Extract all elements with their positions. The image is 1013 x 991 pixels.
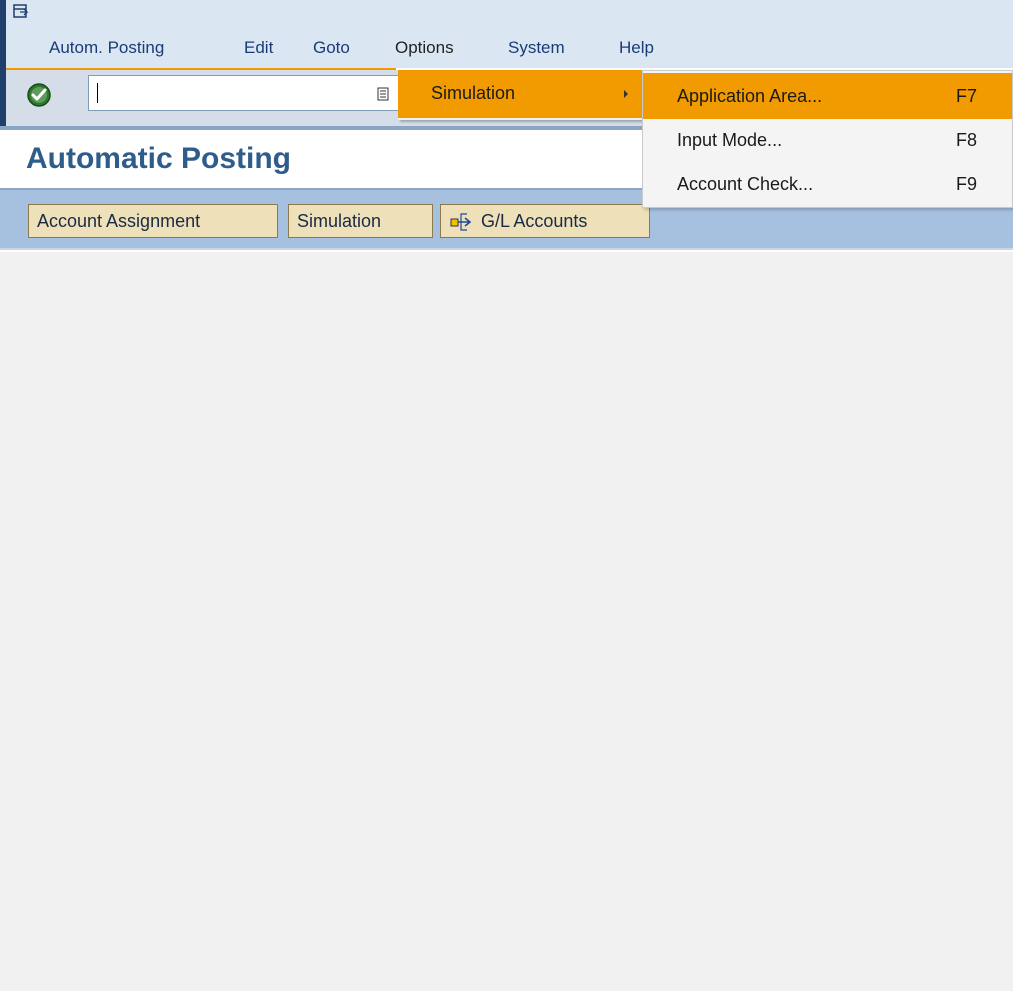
shortcut-key: F9 [956, 174, 978, 194]
green-check-icon[interactable] [26, 82, 52, 108]
gl-accounts-label: G/L Accounts [481, 211, 588, 231]
sap-window: Autom. Posting Edit Goto Options System … [0, 0, 1013, 991]
submenu-item-label: Application Area... [677, 86, 823, 106]
simulation-submenu: Application Area... F7 Input Mode... F8 … [642, 70, 1013, 208]
submenu-item-application-area[interactable]: Application Area... F7 [643, 73, 1012, 119]
simulation-button[interactable]: Simulation [288, 204, 433, 238]
menu-item-simulation-label: Simulation [431, 83, 516, 103]
menu-goto[interactable]: Goto [313, 38, 350, 58]
account-assignment-button[interactable]: Account Assignment [28, 204, 278, 238]
menu-bar: Autom. Posting Edit Goto Options System … [6, 0, 1013, 68]
submenu-item-account-check[interactable]: Account Check... F9 [643, 161, 1012, 207]
command-field[interactable] [88, 75, 400, 111]
menu-autom-posting[interactable]: Autom. Posting [49, 38, 164, 58]
account-assignment-label: Account Assignment [37, 211, 201, 231]
history-list-icon[interactable] [377, 87, 389, 101]
menu-options[interactable]: Options [395, 38, 454, 58]
page-title: Automatic Posting [26, 142, 292, 175]
simulation-label: Simulation [297, 211, 382, 231]
menu-edit[interactable]: Edit [244, 38, 273, 58]
submenu-item-input-mode[interactable]: Input Mode... F8 [643, 119, 1012, 165]
submenu-item-label: Account Check... [677, 174, 814, 194]
menu-system[interactable]: System [508, 38, 565, 58]
submenu-item-label: Input Mode... [677, 130, 783, 150]
options-dropdown-menu: Simulation [398, 70, 642, 120]
content-area [0, 252, 1013, 991]
menu-help[interactable]: Help [619, 38, 654, 58]
navigate-arrows-icon [450, 213, 472, 231]
text-caret [97, 83, 98, 103]
gl-accounts-button[interactable]: G/L Accounts [440, 204, 650, 238]
shortcut-key: F8 [956, 130, 978, 150]
sap-menu-icon[interactable] [13, 4, 29, 20]
submenu-arrow-icon [624, 90, 628, 98]
menu-item-simulation[interactable]: Simulation [398, 70, 642, 118]
shortcut-key: F7 [956, 86, 978, 106]
